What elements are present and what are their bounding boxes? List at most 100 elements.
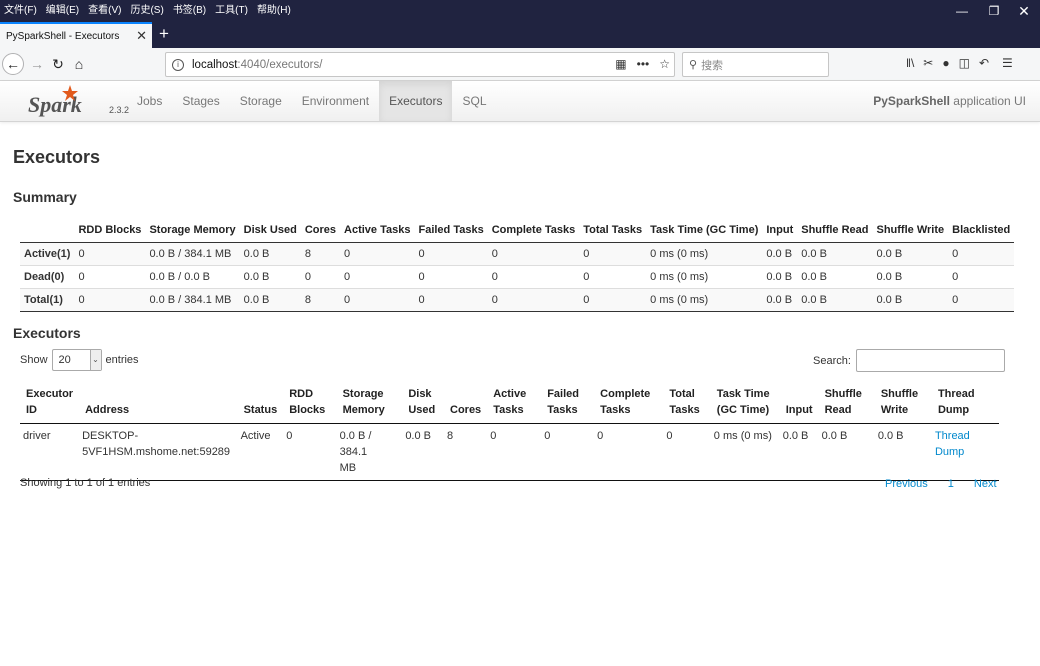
menu-icon[interactable]: ☰	[1002, 56, 1013, 70]
executor-column-header[interactable]: Thread Dump	[931, 384, 999, 424]
summary-cell: 0.0 B	[872, 241, 949, 265]
sidebar-icon[interactable]: ◫	[959, 56, 970, 70]
menu-item[interactable]: 工具(T)	[215, 1, 248, 16]
site-info-icon[interactable]: i	[172, 58, 184, 71]
executor-column-header[interactable]: Input	[779, 384, 819, 424]
spark-logo[interactable]: Spark 2.3.2	[26, 83, 129, 119]
spark-logo-icon: Spark	[28, 85, 82, 117]
executor-column-header[interactable]: Storage Memory	[336, 384, 403, 424]
close-window-icon[interactable]: ✕	[1014, 3, 1034, 19]
summary-column-header[interactable]: Disk Used	[239, 219, 301, 243]
executor-cell-total-tasks: 0	[663, 423, 711, 481]
nav-sql[interactable]: SQL	[452, 81, 496, 121]
executor-column-header[interactable]: Shuffle Write	[874, 384, 932, 424]
executor-column-header[interactable]: Complete Tasks	[594, 384, 664, 424]
forward-icon[interactable]: →	[26, 53, 48, 75]
page-actions-icon[interactable]: •••	[637, 55, 650, 74]
executor-column-header[interactable]: Total Tasks	[663, 384, 711, 424]
table-info: Showing 1 to 1 of 1 entries	[20, 477, 151, 489]
summary-column-header[interactable]: Failed Tasks	[414, 219, 488, 243]
tab-close-icon[interactable]: ✕	[136, 28, 147, 44]
summary-column-header[interactable]: RDD Blocks	[74, 219, 146, 243]
page-title: Executors	[13, 147, 101, 167]
nav-executors[interactable]: Executors	[379, 81, 453, 121]
back-icon[interactable]: ←	[2, 53, 24, 75]
cell-text: 0	[666, 430, 673, 442]
previous-button[interactable]: Previous	[875, 478, 938, 490]
home-icon[interactable]: ⌂	[68, 53, 90, 75]
column-header-line: Disk	[408, 388, 432, 400]
menu-item[interactable]: 查看(V)	[88, 1, 121, 16]
screenshot-icon[interactable]: ✂	[923, 56, 933, 70]
library-icon[interactable]: ‖\	[906, 56, 914, 70]
summary-column-header[interactable]: Complete Tasks	[487, 219, 580, 243]
table-row: driver DESKTOP- 5VF1HSM.mshome.net:59289 Ac…	[20, 423, 999, 481]
column-header-line: Shuffle	[824, 388, 862, 400]
executor-column-header[interactable]: Failed Tasks	[541, 384, 595, 424]
summary-column-header[interactable]: Cores	[300, 219, 341, 243]
summary-column-header[interactable]: Active Tasks	[340, 219, 415, 243]
browser-tab[interactable]: PySparkShell - Executors ✕	[0, 22, 152, 48]
chat-icon[interactable]: ●	[942, 56, 949, 70]
nav-storage[interactable]: Storage	[230, 81, 292, 121]
pagination: Previous 1 Next	[875, 478, 1007, 490]
minimize-icon[interactable]: —	[952, 3, 972, 19]
executor-column-header[interactable]: Cores	[444, 384, 488, 424]
summary-column-header[interactable]: Shuffle Read	[797, 219, 873, 243]
cell-text: 0.0 B	[877, 430, 904, 442]
summary-column-header[interactable]: Total Tasks	[579, 219, 647, 243]
page-1-button[interactable]: 1	[938, 478, 964, 490]
menu-item[interactable]: 文件(F)	[4, 1, 37, 16]
nav-jobs[interactable]: Jobs	[127, 81, 172, 121]
summary-column-header[interactable]: Input	[762, 219, 798, 243]
thread-dump-link[interactable]: Dump	[935, 444, 996, 460]
entries-value: 20	[58, 354, 71, 366]
executor-column-header[interactable]: Executor ID	[20, 384, 80, 424]
next-button[interactable]: Next	[964, 478, 1007, 490]
summary-column-header[interactable]	[20, 219, 75, 243]
executor-column-header[interactable]: Active Tasks	[487, 384, 542, 424]
entries-select[interactable]: 20 ⌄	[51, 349, 102, 371]
new-tab-icon[interactable]: +	[155, 24, 173, 44]
column-header-line: Complete	[600, 388, 651, 400]
app-name: PySparkShell application UI	[873, 94, 1026, 108]
summary-column-header[interactable]: Blacklisted	[948, 219, 1015, 243]
reload-icon[interactable]: ↻	[47, 53, 69, 75]
show-entries: Show 20 ⌄ entries	[20, 349, 139, 371]
window-titlebar: 文件(F) 编辑(E) 查看(V) 历史(S) 书签(B) 工具(T) 帮助(H) — ❐ …	[0, 0, 1040, 48]
bookmark-star-icon[interactable]: ☆	[659, 55, 670, 74]
executor-column-header[interactable]: RDD Blocks	[283, 384, 337, 424]
summary-cell: 0.0 B	[762, 287, 798, 312]
summary-cell: 0	[948, 241, 1015, 265]
undo-icon[interactable]: ↶	[979, 56, 989, 70]
nav-stages[interactable]: Stages	[172, 81, 229, 121]
qr-code-icon[interactable]: ▦	[615, 55, 626, 74]
summary-row: Dead(0) 0 0.0 B / 0.0 B 0.0 B000000 ms (0 m…	[20, 264, 1015, 288]
menu-item[interactable]: 帮助(H)	[257, 1, 291, 16]
restore-icon[interactable]: ❐	[984, 3, 1004, 19]
summary-column-header[interactable]: Storage Memory	[145, 219, 240, 243]
summary-column-header[interactable]: Task Time (GC Time)	[646, 219, 763, 243]
url-bar[interactable]: i localhost:4040/executors/ ▦ ••• ☆	[165, 52, 675, 77]
executor-column-header[interactable]: Address	[79, 384, 238, 424]
thread-dump-link[interactable]: Thread	[935, 428, 996, 444]
summary-cell: 0.0 B	[239, 264, 301, 288]
summary-cell: 0.0 B	[872, 264, 949, 288]
executor-column-header[interactable]: Shuffle Read	[818, 384, 875, 424]
cell-text: driver	[23, 430, 51, 442]
menu-item[interactable]: 编辑(E)	[46, 1, 79, 16]
executor-column-header[interactable]: Status	[237, 384, 284, 424]
search-bar[interactable]: ⚲ 搜索	[682, 52, 829, 77]
summary-column-header[interactable]: Shuffle Write	[872, 219, 949, 243]
search-input[interactable]	[855, 349, 1005, 372]
column-header-line: Failed	[547, 388, 579, 400]
summary-cell: 8	[300, 241, 341, 265]
menu-item[interactable]: 历史(S)	[130, 1, 163, 16]
nav-environment[interactable]: Environment	[292, 81, 379, 121]
menu-item[interactable]: 书签(B)	[173, 1, 206, 16]
table-search: Search:	[813, 349, 1005, 372]
executor-column-header[interactable]: Task Time (GC Time)	[710, 384, 780, 424]
executor-column-header[interactable]: Disk Used	[402, 384, 444, 424]
executor-cell-failed-tasks: 0	[541, 423, 595, 481]
search-placeholder: 搜索	[701, 59, 724, 72]
